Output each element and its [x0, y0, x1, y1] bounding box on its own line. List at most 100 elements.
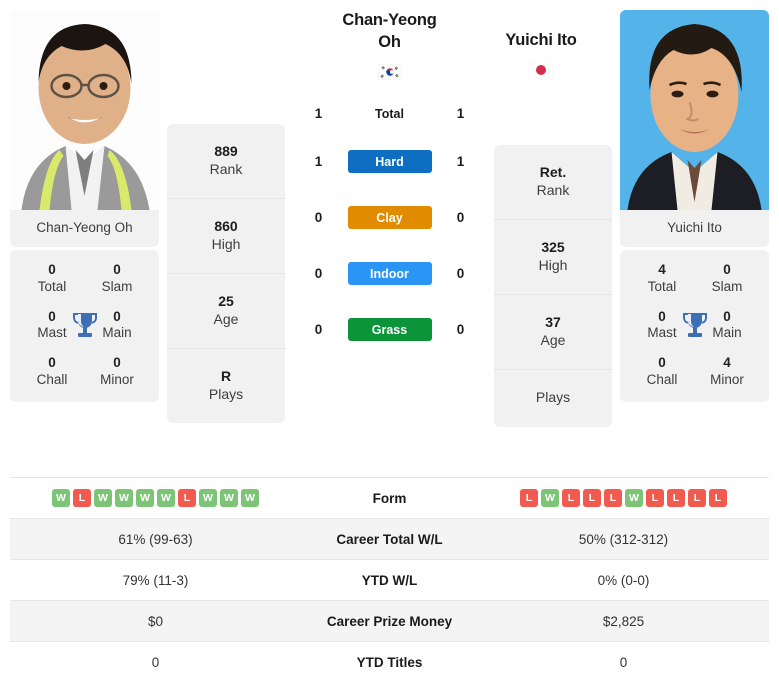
left-player-photo-name: Chan-Yeong Oh: [36, 220, 133, 235]
ytd-wl-right: 0% (0-0): [597, 572, 650, 588]
player-comparison-page: Chan-Yeong Oh 0 Total 0 Slam 0 Mast 0 Ma…: [0, 0, 779, 699]
form-badge-win[interactable]: W: [241, 489, 259, 507]
right-form-badges: LWLLLWLLLL: [478, 489, 769, 507]
left-form-badges: WLWWWWLWWW: [10, 489, 301, 507]
left-player-column: Chan-Yeong Oh 0 Total 0 Slam 0 Mast 0 Ma…: [0, 0, 167, 402]
table-row-ytd-titles: 0 YTD Titles 0: [10, 641, 769, 683]
right-player-titles-card: 4 Total 0 Slam 0 Mast 0 Main 0 Chall 4 M…: [620, 250, 769, 402]
left-player-photo-card[interactable]: Chan-Yeong Oh: [10, 10, 159, 248]
left-stat-card: 889 Rank 860 High 25 Age R Plays: [167, 124, 285, 423]
left-titles-total: 0 Total: [37, 262, 67, 294]
h2h-clay-right: 0: [456, 210, 465, 226]
form-badge-loss[interactable]: L: [709, 489, 727, 507]
row-label-ytd-titles: YTD Titles: [356, 654, 423, 670]
career-total-wl-left: 61% (99-63): [118, 531, 193, 547]
trophy-icon: [682, 312, 707, 337]
form-badge-win[interactable]: W: [136, 489, 154, 507]
left-titles-minor: 0 Minor: [100, 355, 134, 387]
right-player-name-block: Yuichi Ito: [470, 30, 612, 78]
left-player-titles-card: 0 Total 0 Slam 0 Mast 0 Main 0 Chall 0 M…: [10, 250, 159, 402]
top-section: Chan-Yeong Oh 0 Total 0 Slam 0 Mast 0 Ma…: [0, 0, 779, 477]
right-stat-high: 325 High: [494, 219, 612, 294]
form-badge-win[interactable]: W: [625, 489, 643, 507]
h2h-indoor-right: 0: [456, 266, 465, 282]
surface-badge-hard[interactable]: Hard: [347, 150, 432, 174]
h2h-indoor-left: 0: [314, 266, 323, 282]
form-badge-loss[interactable]: L: [520, 489, 538, 507]
right-player-column: Yuichi Ito 4 Total 0 Slam 0 Mast 0 Main …: [612, 0, 779, 402]
surface-badge-grass[interactable]: Grass: [347, 318, 432, 342]
form-badge-loss[interactable]: L: [667, 489, 685, 507]
h2h-total-label: Total: [375, 106, 404, 121]
table-row-ytd-wl: 79% (11-3) YTD W/L 0% (0-0): [10, 559, 769, 601]
row-label-form: Form: [372, 490, 407, 506]
right-player-photo-name: Yuichi Ito: [667, 220, 722, 235]
career-prize-money-left: $0: [147, 613, 164, 629]
h2h-row-hard: 1 Hard 1: [285, 134, 494, 190]
row-label-ytd-wl: YTD W/L: [361, 572, 418, 588]
left-titles-slam: 0 Slam: [101, 262, 133, 294]
surface-badge-clay[interactable]: Clay: [347, 206, 432, 230]
right-titles-chall: 0 Chall: [646, 355, 678, 387]
right-titles-slam: 0 Slam: [711, 262, 743, 294]
comparison-table: WLWWWWLWWW Form LWLLLWLLLL 61% (99-63) C…: [10, 477, 769, 683]
ytd-titles-left: 0: [151, 654, 160, 670]
career-total-wl-right: 50% (312-312): [578, 531, 669, 547]
form-right-cell: LWLLLWLLLL: [478, 478, 769, 519]
form-badge-win[interactable]: W: [157, 489, 175, 507]
form-badge-win[interactable]: W: [199, 489, 217, 507]
h2h-clay-left: 0: [314, 210, 323, 226]
head-to-head-column: Chan-Yeong Oh 1 Total 1 1 Hard 1 0 Clay …: [285, 0, 494, 358]
form-badge-loss[interactable]: L: [562, 489, 580, 507]
right-stat-plays: Plays: [494, 369, 612, 427]
ytd-titles-right: 0: [619, 654, 628, 670]
form-badge-loss[interactable]: L: [646, 489, 664, 507]
left-stat-age: 25 Age: [167, 273, 285, 348]
h2h-total-left: 1: [314, 106, 323, 122]
h2h-row-indoor: 0 Indoor 0: [285, 246, 494, 302]
h2h-grass-left: 0: [314, 322, 323, 338]
form-badge-loss[interactable]: L: [604, 489, 622, 507]
h2h-hard-right: 1: [456, 154, 465, 170]
h2h-hard-left: 1: [314, 154, 323, 170]
ytd-wl-left: 79% (11-3): [122, 572, 189, 588]
career-prize-money-right: $2,825: [602, 613, 645, 629]
row-label-career-total-wl: Career Total W/L: [336, 531, 443, 547]
japan-flag-icon: [470, 61, 612, 78]
form-badge-win[interactable]: W: [94, 489, 112, 507]
form-left-cell: WLWWWWLWWW: [10, 478, 301, 519]
form-badge-loss[interactable]: L: [583, 489, 601, 507]
left-stat-rank: 889 Rank: [209, 143, 243, 177]
left-player-photo: [10, 10, 159, 210]
form-badge-win[interactable]: W: [115, 489, 133, 507]
south-korea-flag-icon: [377, 63, 402, 80]
surface-badge-indoor[interactable]: Indoor: [347, 262, 432, 286]
right-stat-rank: Ret. Rank: [536, 164, 570, 198]
form-badge-loss[interactable]: L: [178, 489, 196, 507]
form-badge-win[interactable]: W: [541, 489, 559, 507]
left-stat-high: 860 High: [167, 198, 285, 273]
right-stat-age: 37 Age: [494, 294, 612, 369]
form-badge-loss[interactable]: L: [73, 489, 91, 507]
h2h-row-grass: 0 Grass 0: [285, 302, 494, 358]
h2h-grass-right: 0: [456, 322, 465, 338]
right-titles-row: 0 Chall 4 Minor: [624, 355, 765, 388]
right-player-name: Yuichi Ito: [505, 31, 577, 49]
table-row-career-prize-money: $0 Career Prize Money $2,825: [10, 600, 769, 642]
h2h-row-total: 1 Total 1: [285, 94, 494, 134]
left-titles-row: 0 Chall 0 Minor: [14, 355, 155, 388]
head-to-head-table: 1 Total 1 1 Hard 1 0 Clay 0 0 Indoor 0 0…: [285, 94, 494, 358]
right-titles-minor: 4 Minor: [710, 355, 744, 387]
right-stat-card: Ret. Rank 325 High 37 Age Plays: [494, 145, 612, 427]
table-row-career-total-wl: 61% (99-63) Career Total W/L 50% (312-31…: [10, 518, 769, 560]
left-stat-column: 889 Rank 860 High 25 Age R Plays: [167, 0, 285, 423]
form-badge-win[interactable]: W: [52, 489, 70, 507]
h2h-row-clay: 0 Clay 0: [285, 190, 494, 246]
right-player-photo: [620, 10, 769, 210]
left-player-name: Chan-Yeong Oh: [342, 11, 437, 51]
form-badge-win[interactable]: W: [220, 489, 238, 507]
right-player-photo-card[interactable]: Yuichi Ito: [620, 10, 769, 248]
form-badge-loss[interactable]: L: [688, 489, 706, 507]
right-titles-row: 4 Total 0 Slam: [624, 262, 765, 295]
left-titles-chall: 0 Chall: [36, 355, 68, 387]
